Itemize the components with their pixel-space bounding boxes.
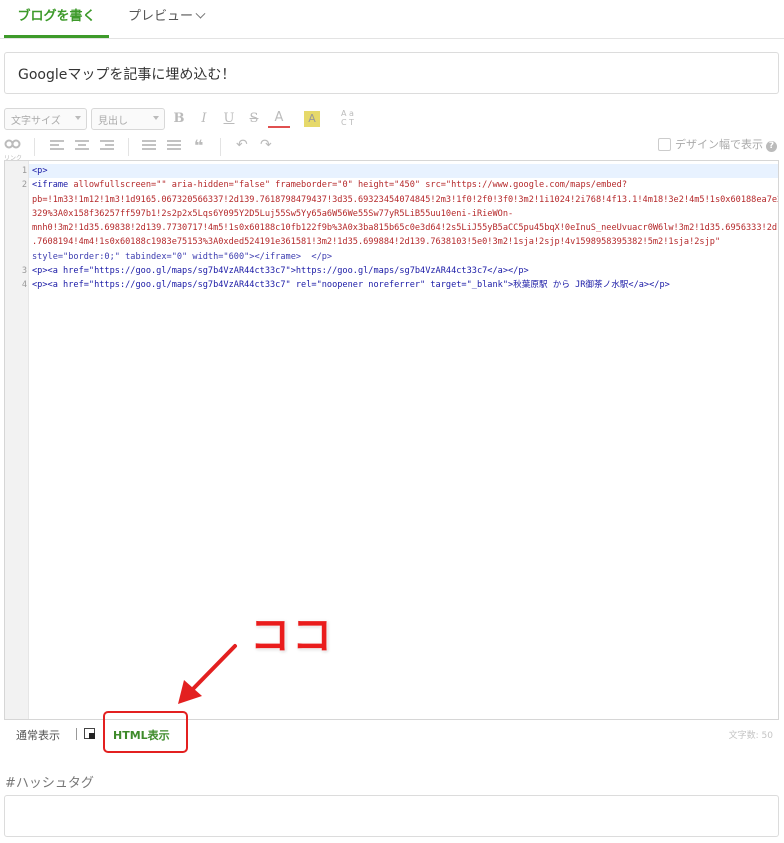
- svg-text:T: T: [348, 118, 354, 126]
- code-line: 2 <iframe allowfullscreen="" aria-hidden=…: [22, 178, 778, 192]
- heading-select[interactable]: 見出し: [91, 108, 165, 130]
- design-width-label: デザイン幅で表示: [675, 138, 763, 151]
- blog-editor: ブログを書く プレビュー Googleマップを記事に埋め込む！ 文字サイズ 見出…: [0, 0, 784, 843]
- line-number-gutter: [5, 161, 29, 719]
- caret-down-icon: [75, 116, 81, 120]
- tab-preview[interactable]: プレビュー: [128, 0, 206, 38]
- annotation-highlight-box: [103, 711, 188, 753]
- code-line-wrap: mnh0!3m2!1d35.69838!2d139.7730717!4m5!1s…: [29, 221, 778, 235]
- align-right-icon[interactable]: [100, 140, 114, 152]
- toolbar-divider: [128, 138, 129, 156]
- code-text: 329%3A0x158f36257ff597b1!2s2p2x5Lqs6Y095…: [32, 208, 514, 219]
- link-icon: [4, 139, 21, 149]
- bullet-list-icon[interactable]: [142, 140, 156, 152]
- toolbar-divider: [34, 138, 35, 156]
- character-count: 文字数: 50: [728, 731, 773, 741]
- underline-button[interactable]: U: [218, 108, 240, 130]
- toolbar-divider: [220, 138, 221, 156]
- tab-write-blog[interactable]: ブログを書く: [4, 0, 109, 38]
- code-text: pb=!1m33!1m12!1m3!1d9165.067320566337!2d…: [32, 194, 779, 205]
- code-line: 3 <p><a href="https://goo.gl/maps/sg7b4Vz…: [22, 264, 778, 278]
- line-number: 3: [21, 266, 27, 277]
- line-number: 4: [21, 280, 27, 291]
- annotation-callout: ココ: [250, 613, 334, 659]
- redo-icon[interactable]: ↷: [260, 137, 272, 153]
- design-width-checkbox[interactable]: [658, 138, 671, 151]
- caret-down-icon: [153, 116, 159, 120]
- code-line: 1 <p>: [22, 164, 778, 179]
- text-effect-icon[interactable]: AaCT: [338, 108, 360, 130]
- heading-placeholder: 見出し: [98, 116, 128, 127]
- code-line-wrap: .7608194!4m4!1s0x60188c1983e75153%3A0xde…: [29, 235, 778, 249]
- align-center-icon[interactable]: [75, 140, 89, 152]
- normal-view-button[interactable]: 通常表示: [16, 727, 60, 743]
- code-text: <p><a href="https://goo.gl/maps/sg7b4VzA…: [32, 266, 529, 277]
- code-text: mnh0!3m2!1d35.69838!2d139.7730717!4m5!1s…: [32, 223, 779, 234]
- background-color-button[interactable]: A: [304, 111, 320, 127]
- quote-icon[interactable]: ❝: [194, 136, 203, 155]
- code-content[interactable]: 1 <p> 2 <iframe allowfullscreen="" aria-hi…: [22, 164, 778, 293]
- code-text: .7608194!4m4!1s0x60188c1983e75153%3A0xde…: [32, 237, 721, 248]
- tab-preview-label: プレビュー: [128, 9, 194, 24]
- numbered-list-icon[interactable]: [167, 140, 181, 152]
- annotation-arrow-icon: [178, 644, 237, 704]
- editor-tabs: ブログを書く プレビュー: [0, 0, 784, 39]
- bold-button[interactable]: B: [168, 108, 190, 130]
- mode-divider: [76, 728, 77, 740]
- align-left-icon[interactable]: [50, 140, 64, 152]
- italic-button[interactable]: I: [193, 108, 215, 130]
- code-line-wrap: pb=!1m33!1m12!1m3!1d9165.067320566337!2d…: [29, 193, 778, 207]
- post-title-input[interactable]: Googleマップを記事に埋め込む！: [4, 52, 779, 94]
- copy-icon[interactable]: [84, 728, 95, 739]
- code-text: allowfullscreen="" aria-hidden="false" f…: [73, 180, 628, 191]
- strikethrough-button[interactable]: S: [243, 108, 265, 130]
- line-number: 1: [21, 166, 27, 176]
- chevron-down-icon: [195, 8, 206, 19]
- help-icon[interactable]: ?: [766, 141, 777, 152]
- link-button[interactable]: リンク: [4, 136, 26, 162]
- svg-text:a: a: [349, 109, 354, 118]
- hashtag-input[interactable]: [4, 795, 779, 837]
- code-line: 4 <p><a href="https://goo.gl/maps/sg7b4Vz…: [22, 278, 778, 292]
- font-size-placeholder: 文字サイズ: [11, 116, 61, 127]
- code-line-wrap: 329%3A0x158f36257ff597b1!2s2p2x5Lqs6Y095…: [29, 207, 778, 221]
- font-size-select[interactable]: 文字サイズ: [4, 108, 87, 130]
- line-number: 2: [21, 180, 27, 191]
- html-code-editor[interactable]: 1 <p> 2 <iframe allowfullscreen="" aria-hi…: [4, 160, 779, 720]
- format-toolbar: 文字サイズ 見出し B I U S A A AaCT リンク ❝ ↶ ↷ デザイ…: [4, 106, 779, 162]
- svg-text:C: C: [341, 118, 347, 126]
- text-color-button[interactable]: A: [268, 108, 290, 128]
- code-text: <p><a href="https://goo.gl/maps/sg7b4VzA…: [32, 280, 670, 291]
- svg-text:A: A: [341, 109, 347, 118]
- code-text: style="border:0;" tabindex="0" width="60…: [32, 251, 333, 262]
- code-line-wrap: style="border:0;" tabindex="0" width="60…: [29, 250, 778, 264]
- undo-icon[interactable]: ↶: [236, 137, 248, 153]
- design-width-toggle[interactable]: デザイン幅で表示?: [658, 136, 777, 152]
- hashtag-label: #ハッシュタグ: [5, 776, 94, 791]
